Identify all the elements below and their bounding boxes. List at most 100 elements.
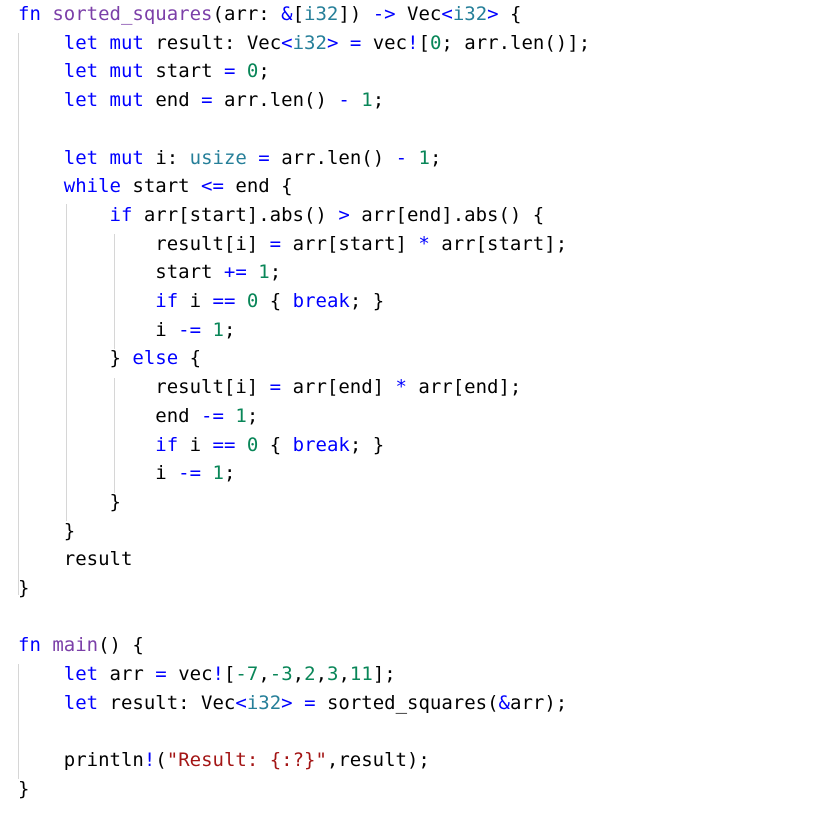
code-token: } bbox=[18, 519, 76, 542]
code-line[interactable]: } else { bbox=[18, 344, 202, 373]
code-token: else bbox=[132, 347, 179, 370]
code-token: i: bbox=[143, 146, 190, 169]
code-line[interactable]: } bbox=[18, 775, 29, 804]
code-line[interactable]: } bbox=[18, 574, 29, 603]
code-token: = bbox=[269, 232, 282, 255]
code-token: - bbox=[395, 146, 408, 169]
code-token: ! bbox=[212, 663, 224, 686]
code-line[interactable]: result[i] = arr[end] * arr[end]; bbox=[18, 373, 521, 402]
code-token: arr[end].abs() { bbox=[349, 203, 545, 226]
code-token: (arr: bbox=[212, 3, 282, 25]
code-line[interactable]: let mut end = arr.len() - 1; bbox=[18, 86, 384, 115]
code-token: arr[start]; bbox=[429, 232, 568, 255]
code-token: [ bbox=[418, 31, 430, 54]
code-line[interactable]: let arr = vec![-7,-3,2,3,11]; bbox=[18, 660, 396, 689]
code-token: main bbox=[52, 634, 99, 657]
code-token: mut bbox=[109, 146, 144, 169]
code-token: i bbox=[18, 318, 179, 341]
code-line[interactable]: let mut i: usize = arr.len() - 1; bbox=[18, 144, 442, 173]
code-token: let bbox=[63, 146, 99, 169]
code-line[interactable]: while start <= end { bbox=[18, 172, 293, 201]
code-line[interactable]: result[i] = arr[start] * arr[start]; bbox=[18, 230, 567, 259]
code-token: ,result); bbox=[326, 749, 430, 772]
code-token: break bbox=[292, 433, 350, 456]
code-token: { bbox=[258, 290, 293, 312]
code-token: result: Vec bbox=[143, 31, 282, 54]
code-editor[interactable]: fn sorted_squares(arr: &[i32]) -> Vec<i3… bbox=[0, 0, 834, 813]
code-line[interactable]: if i == 0 { break; } bbox=[18, 287, 384, 316]
code-token: 11 bbox=[349, 663, 373, 686]
code-token: Vec bbox=[395, 3, 442, 25]
code-token: < bbox=[441, 3, 453, 25]
code-token: , bbox=[258, 663, 270, 686]
code-line[interactable]: if i == 0 { break; } bbox=[18, 431, 384, 460]
code-token: 0 bbox=[246, 60, 259, 83]
code-line[interactable]: fn sorted_squares(arr: &[i32]) -> Vec<i3… bbox=[18, 0, 521, 29]
code-token: mut bbox=[109, 89, 144, 112]
code-token: > bbox=[487, 3, 499, 25]
code-token: ; bbox=[429, 146, 442, 169]
code-token: sorted_squares( bbox=[315, 691, 499, 714]
code-line[interactable]: if arr[start].abs() > arr[end].abs() { bbox=[18, 201, 545, 230]
code-token: break bbox=[292, 290, 350, 312]
code-token: usize bbox=[189, 146, 247, 169]
code-line[interactable]: let mut start = 0; bbox=[18, 57, 270, 86]
code-token: = bbox=[223, 60, 236, 83]
code-line[interactable]: i -= 1; bbox=[18, 316, 235, 345]
code-token: start bbox=[143, 60, 224, 83]
code-line[interactable]: let mut result: Vec<i32> = vec![0; arr.l… bbox=[18, 29, 590, 58]
code-line[interactable]: } bbox=[18, 488, 121, 517]
code-token: - bbox=[338, 89, 350, 112]
code-token: -= bbox=[201, 404, 224, 427]
code-token: = bbox=[201, 89, 213, 112]
code-token: = bbox=[349, 31, 362, 54]
code-line[interactable]: i -= 1; bbox=[18, 459, 235, 488]
code-token: mut bbox=[109, 60, 144, 83]
code-token: 1 bbox=[258, 261, 270, 284]
code-token: , bbox=[338, 663, 350, 686]
code-token: arr[start] bbox=[281, 232, 419, 255]
code-token: arr[end] bbox=[281, 376, 396, 399]
code-token: result[i] bbox=[18, 232, 270, 255]
code-token: if bbox=[155, 290, 179, 312]
code-token: -3 bbox=[269, 663, 293, 686]
code-token: -= bbox=[178, 462, 202, 485]
code-token: * bbox=[395, 376, 407, 399]
code-token: ]) bbox=[338, 3, 373, 25]
code-token: ; bbox=[246, 404, 259, 427]
code-line[interactable]: end -= 1; bbox=[18, 402, 258, 431]
code-token: start bbox=[18, 261, 224, 284]
code-token: 1 bbox=[212, 318, 224, 341]
code-token: & bbox=[281, 3, 293, 25]
code-token: println bbox=[18, 749, 144, 772]
code-line[interactable]: let result: Vec<i32> = sorted_squares(&a… bbox=[18, 689, 567, 718]
code-token: 0 bbox=[246, 433, 259, 456]
code-line[interactable]: println!("Result: {:?}",result); bbox=[18, 746, 430, 775]
code-token: { bbox=[258, 433, 293, 456]
code-token: > bbox=[326, 31, 339, 54]
code-line[interactable]: start += 1; bbox=[18, 258, 281, 287]
code-token: arr.len() bbox=[269, 146, 396, 169]
code-line[interactable]: } bbox=[18, 517, 75, 546]
code-token: , bbox=[315, 663, 328, 686]
code-token: vec bbox=[361, 31, 408, 54]
code-line[interactable]: fn main() { bbox=[18, 631, 144, 660]
code-token: let bbox=[63, 60, 99, 83]
code-token: result[i] bbox=[18, 376, 270, 399]
code-token: i bbox=[178, 290, 213, 312]
code-token: if bbox=[109, 203, 133, 226]
code-token: } bbox=[18, 347, 133, 370]
code-token: i bbox=[178, 433, 213, 456]
code-token: ; bbox=[223, 318, 236, 341]
code-line[interactable]: result bbox=[18, 545, 133, 574]
